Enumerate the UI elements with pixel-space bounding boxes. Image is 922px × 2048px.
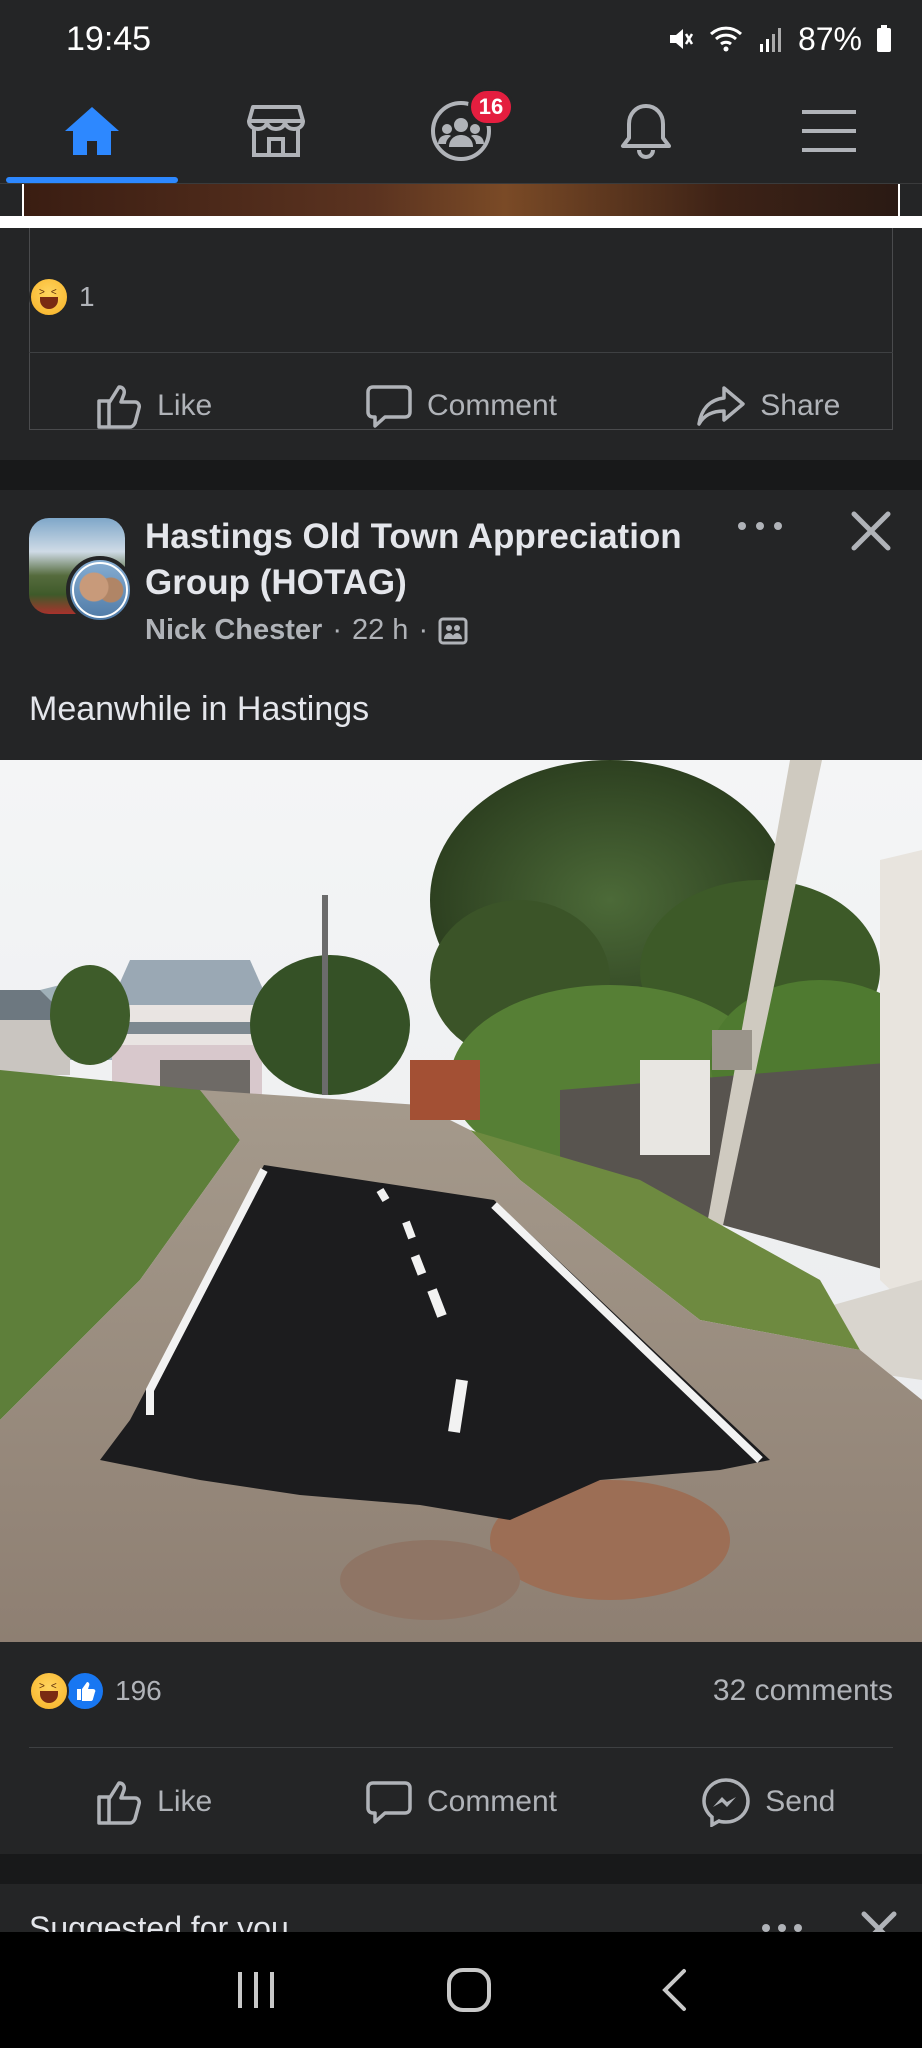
post-time[interactable]: 22 h bbox=[352, 614, 408, 647]
marketplace-icon bbox=[247, 105, 305, 157]
more-dot bbox=[738, 522, 746, 530]
recent-apps-icon[interactable] bbox=[234, 1970, 278, 2010]
battery-level: 87% bbox=[797, 20, 862, 57]
like-icon bbox=[97, 1781, 142, 1825]
wifi-icon bbox=[709, 26, 742, 52]
battery-icon bbox=[877, 25, 891, 52]
system-navigation-bar bbox=[0, 1932, 922, 2048]
bell-icon bbox=[621, 104, 671, 160]
previous-post-reaction-count: 1 bbox=[79, 281, 95, 312]
divider bbox=[29, 1747, 893, 1748]
haha-reaction-icon: >< bbox=[29, 1671, 69, 1711]
signal-icon bbox=[759, 28, 781, 52]
post-reaction-count: 196 bbox=[115, 1675, 162, 1706]
more-dot bbox=[762, 1924, 770, 1932]
suggested-close-icon[interactable] bbox=[860, 1910, 898, 1932]
more-options-button[interactable] bbox=[738, 514, 782, 538]
status-time: 19:45 bbox=[66, 19, 152, 58]
suggested-more-button[interactable] bbox=[762, 1924, 802, 1932]
messenger-icon bbox=[702, 1778, 751, 1827]
tab-home[interactable] bbox=[7, 78, 177, 184]
more-dot bbox=[774, 522, 782, 530]
previous-post-image[interactable] bbox=[22, 184, 900, 216]
feed-separator bbox=[0, 1854, 922, 1884]
comment-button[interactable]: Comment bbox=[307, 1752, 614, 1852]
haha-reaction-icon: >< bbox=[29, 277, 69, 317]
post-text: Meanwhile in Hastings bbox=[29, 690, 370, 728]
group-name[interactable]: Hastings Old Town Appreciation Group (HO… bbox=[145, 514, 705, 606]
group-audience-icon bbox=[438, 617, 468, 644]
author-name[interactable]: Nick Chester bbox=[145, 614, 322, 647]
author-avatar[interactable] bbox=[66, 556, 134, 624]
meta-separator: · bbox=[332, 614, 342, 646]
more-dot bbox=[794, 1924, 802, 1932]
like-button[interactable]: Like bbox=[0, 356, 307, 456]
active-tab-indicator bbox=[6, 177, 178, 183]
road-photo-image bbox=[0, 760, 922, 1642]
meta-separator: · bbox=[418, 614, 429, 646]
status-bar: 19:45 87% bbox=[0, 0, 922, 78]
comment-label: Comment bbox=[426, 1785, 558, 1818]
post-reactions[interactable]: >< 196 bbox=[29, 1671, 162, 1711]
comment-button[interactable]: Comment bbox=[307, 356, 614, 456]
send-label: Send bbox=[765, 1785, 836, 1818]
like-label: Like bbox=[157, 1785, 213, 1818]
hamburger-menu-icon bbox=[802, 110, 856, 152]
like-label: Like bbox=[157, 389, 213, 422]
feed-separator bbox=[0, 460, 922, 490]
previous-post-reactions[interactable]: >< 1 bbox=[29, 277, 95, 317]
previous-post: >< 1 Like Comment Share bbox=[0, 184, 922, 460]
like-icon bbox=[97, 385, 142, 429]
comment-icon bbox=[366, 385, 412, 428]
post-photo[interactable] bbox=[0, 760, 922, 1642]
post-meta: Nick Chester · 22 h · bbox=[145, 614, 468, 647]
tab-menu[interactable] bbox=[744, 78, 914, 184]
mute-icon bbox=[669, 29, 694, 49]
comment-label: Comment bbox=[426, 389, 558, 422]
like-reaction-icon bbox=[65, 1671, 105, 1711]
home-icon bbox=[65, 107, 119, 155]
groups-notification-badge: 16 bbox=[468, 88, 514, 126]
status-icons: 87% bbox=[666, 21, 892, 58]
comment-icon bbox=[366, 1781, 412, 1824]
back-icon[interactable] bbox=[660, 1968, 688, 2012]
send-button[interactable]: Send bbox=[615, 1752, 922, 1852]
close-icon bbox=[851, 511, 891, 551]
like-button[interactable]: Like bbox=[0, 1752, 307, 1852]
previous-post-image-border bbox=[0, 216, 922, 228]
share-icon bbox=[697, 386, 746, 426]
tab-notifications[interactable] bbox=[561, 78, 731, 184]
previous-post-actions: Like Comment Share bbox=[0, 356, 922, 456]
home-button-icon[interactable] bbox=[446, 1967, 492, 2013]
suggested-title: Suggested for you bbox=[29, 1910, 289, 1932]
share-label: Share bbox=[760, 389, 841, 422]
hide-post-button[interactable] bbox=[850, 510, 892, 557]
tab-groups[interactable]: 16 bbox=[376, 78, 546, 184]
share-button[interactable]: Share bbox=[615, 356, 922, 456]
top-nav: 16 bbox=[0, 78, 922, 184]
divider bbox=[29, 352, 893, 353]
suggested-section: Suggested for you bbox=[0, 1884, 922, 1932]
comments-count[interactable]: 32 comments bbox=[713, 1674, 893, 1708]
more-dot bbox=[778, 1924, 786, 1932]
tab-marketplace[interactable] bbox=[191, 78, 361, 184]
post-actions: Like Comment Send bbox=[0, 1752, 922, 1852]
more-dot bbox=[756, 522, 764, 530]
